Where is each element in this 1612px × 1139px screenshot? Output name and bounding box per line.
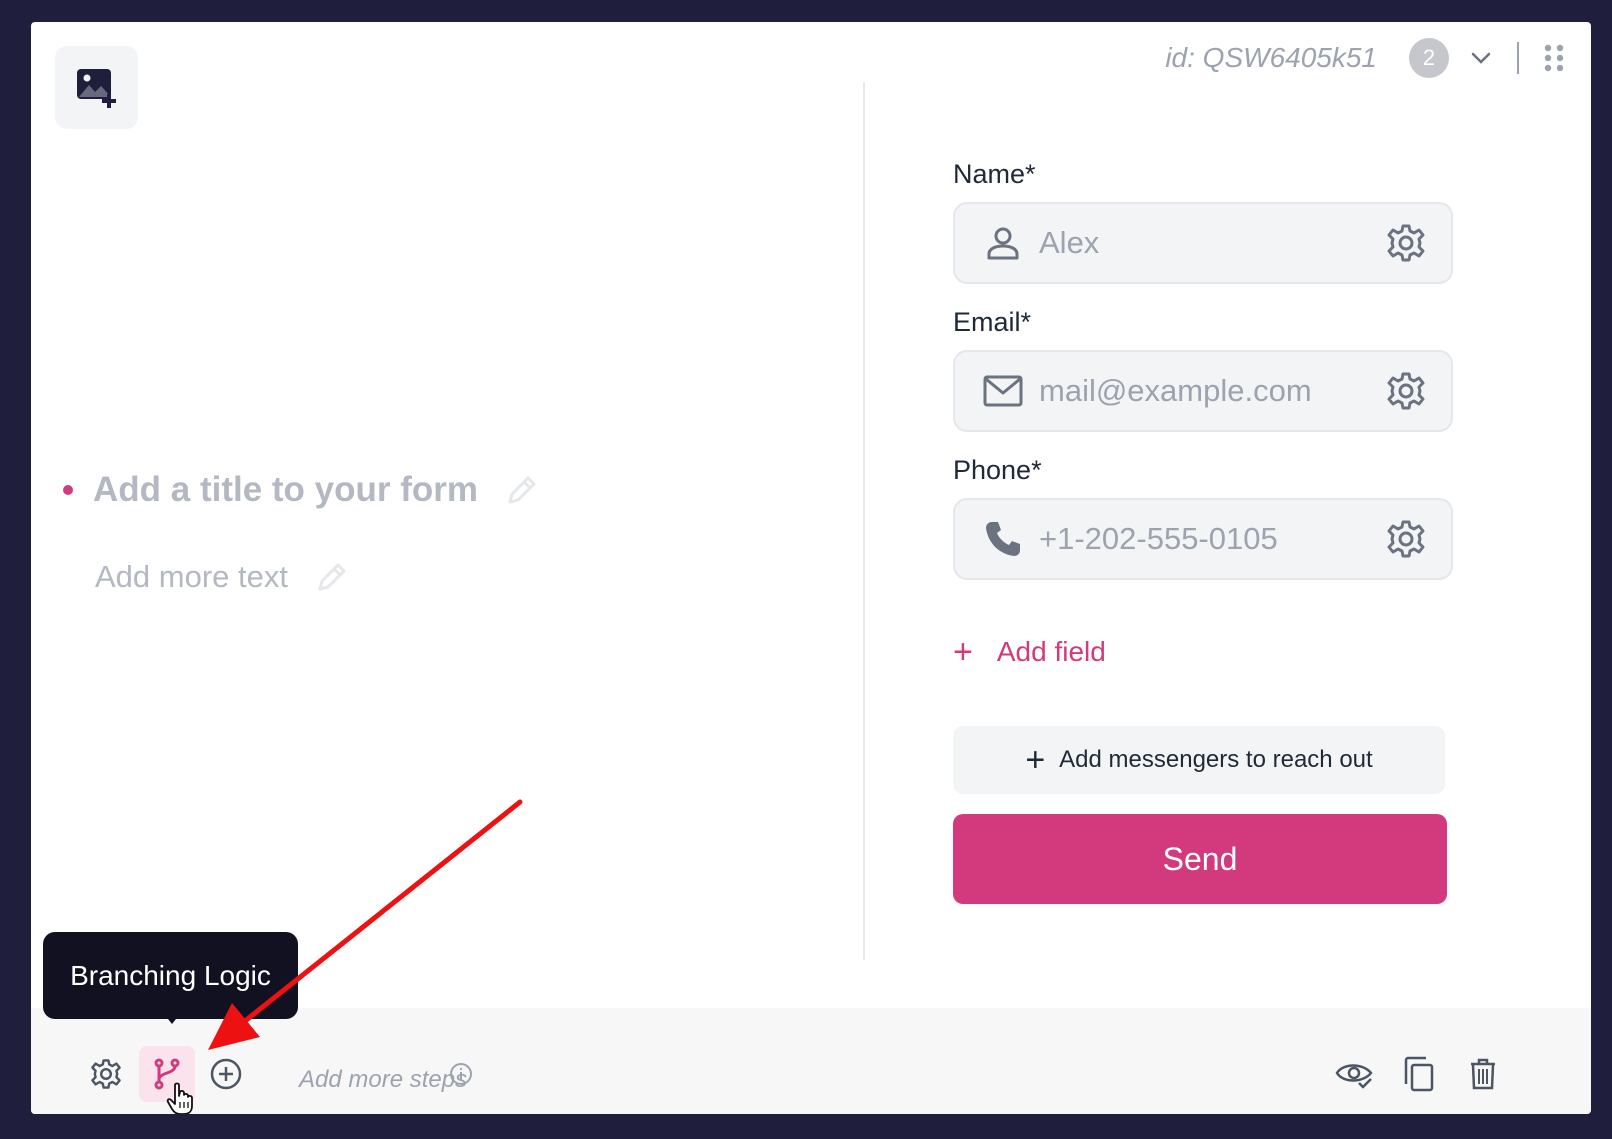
annotation-arrow [208, 799, 523, 1050]
